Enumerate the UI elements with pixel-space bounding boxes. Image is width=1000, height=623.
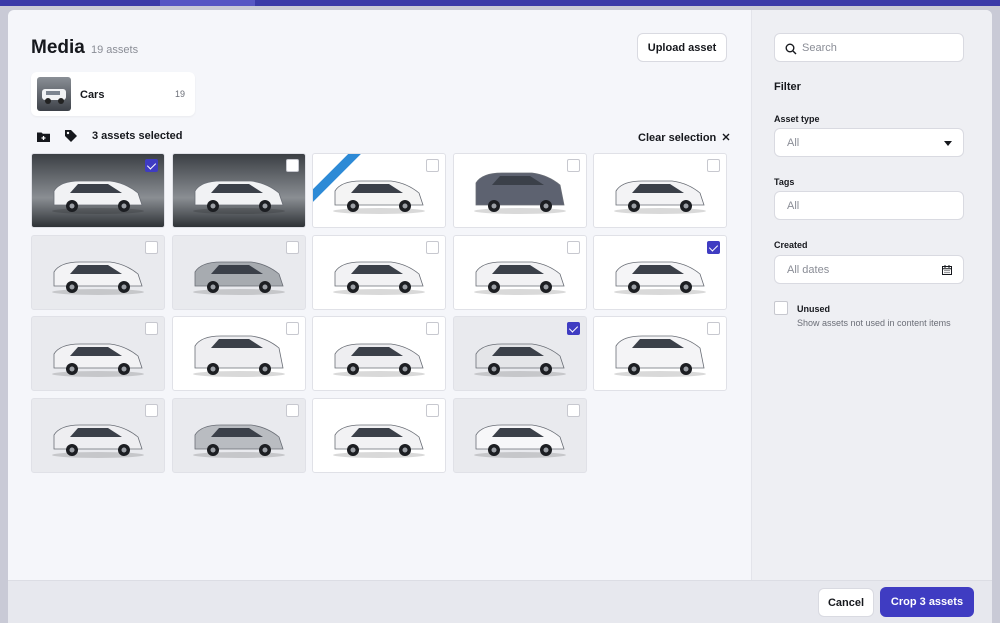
asset-select-checkbox[interactable]	[285, 403, 299, 417]
asset-select-checkbox[interactable]	[145, 322, 158, 335]
asset-tile[interactable]	[452, 316, 587, 391]
asset-type-value: All	[787, 137, 800, 149]
car-thumbnail	[52, 261, 144, 295]
asset-select-checkbox[interactable]	[566, 159, 580, 172]
asset-select-checkbox[interactable]	[285, 240, 299, 254]
asset-select-checkbox[interactable]	[707, 322, 720, 335]
asset-tile[interactable]	[31, 397, 165, 473]
dialog-footer: Cancel Crop 3 assets	[8, 580, 992, 623]
search-box	[774, 33, 964, 62]
asset-select-checkbox[interactable]	[426, 240, 439, 254]
created-label: Created	[774, 240, 808, 250]
filter-heading: Filter	[774, 81, 801, 93]
asset-type-label: Asset type	[774, 114, 820, 124]
unused-checkbox[interactable]	[774, 301, 788, 315]
clear-selection-button[interactable]: Clear selection	[638, 132, 730, 144]
asset-tile[interactable]	[31, 316, 165, 391]
asset-select-checkbox[interactable]	[285, 322, 299, 335]
folder-count: 19	[174, 89, 185, 99]
asset-tile[interactable]	[312, 153, 446, 228]
search-input[interactable]	[802, 40, 952, 56]
asset-tile[interactable]	[31, 234, 165, 310]
car-thumbnail	[473, 172, 566, 214]
unused-label: Unused	[797, 304, 831, 314]
car-thumbnail	[192, 261, 285, 295]
cancel-button[interactable]: Cancel	[818, 588, 874, 617]
asset-tile[interactable]	[593, 153, 727, 228]
asset-select-checkbox[interactable]	[426, 159, 439, 172]
calendar-icon	[942, 265, 952, 278]
car-thumbnail	[52, 424, 144, 458]
tags-value: All	[787, 200, 800, 212]
car-thumbnail	[473, 424, 566, 458]
asset-tile[interactable]	[593, 316, 727, 391]
close-icon	[722, 132, 730, 144]
tags-label: Tags	[774, 177, 795, 187]
created-date-picker[interactable]: All dates	[774, 255, 964, 284]
car-thumbnail	[192, 335, 285, 377]
created-value: All dates	[787, 264, 830, 276]
car-thumbnail	[614, 335, 706, 377]
asset-tile[interactable]	[171, 234, 306, 310]
car-thumbnail	[333, 180, 425, 214]
clear-selection-label: Clear selection	[638, 132, 717, 144]
folder-cars[interactable]: Cars 19	[31, 72, 195, 116]
media-picker-dialog: Media 19 assets Upload asset Cars 19 3 a…	[8, 10, 992, 623]
asset-tile[interactable]	[31, 153, 165, 228]
tags-input[interactable]: All	[774, 191, 964, 220]
asset-select-checkbox[interactable]	[707, 240, 720, 254]
asset-tile[interactable]	[312, 234, 446, 310]
asset-tile[interactable]	[452, 234, 587, 310]
asset-tile[interactable]	[171, 153, 306, 228]
upload-asset-button[interactable]: Upload asset	[637, 33, 727, 62]
asset-type-select[interactable]: All	[774, 128, 964, 157]
top-accent-bar	[0, 0, 1000, 6]
car-thumbnail	[614, 180, 706, 214]
car-thumbnail	[473, 261, 566, 295]
car-thumbnail	[52, 180, 144, 214]
asset-tile[interactable]	[452, 397, 587, 473]
asset-tile[interactable]	[312, 397, 446, 473]
asset-select-checkbox[interactable]	[566, 240, 580, 254]
car-thumbnail	[192, 424, 285, 458]
asset-tile[interactable]	[593, 234, 727, 310]
chevron-down-icon	[944, 141, 952, 146]
asset-select-checkbox[interactable]	[426, 322, 439, 335]
selection-count: 3 assets selected	[92, 130, 183, 142]
asset-tile[interactable]	[312, 316, 446, 391]
car-thumbnail	[333, 261, 425, 295]
unused-help-text: Show assets not used in content items	[797, 318, 951, 328]
asset-select-checkbox[interactable]	[707, 159, 720, 172]
search-icon	[785, 42, 797, 60]
car-thumbnail	[473, 343, 566, 377]
tag-icon[interactable]	[64, 130, 78, 142]
page-title: Media	[31, 37, 85, 58]
car-thumbnail	[333, 424, 425, 458]
car-thumbnail	[192, 180, 285, 214]
asset-select-checkbox[interactable]	[566, 403, 580, 417]
car-thumbnail	[333, 343, 425, 377]
filter-sidebar: Filter Asset type All Tags All Created A…	[751, 10, 992, 580]
asset-count: 19 assets	[91, 44, 139, 56]
asset-tile[interactable]	[452, 153, 587, 228]
asset-select-checkbox[interactable]	[285, 159, 299, 172]
asset-select-checkbox[interactable]	[145, 159, 158, 172]
asset-select-checkbox[interactable]	[426, 403, 439, 417]
car-thumbnail	[52, 343, 144, 377]
move-to-folder-icon[interactable]	[36, 130, 50, 142]
media-main-panel: Media 19 assets Upload asset Cars 19 3 a…	[8, 10, 751, 580]
folder-thumbnail	[37, 77, 71, 111]
folder-name: Cars	[80, 89, 105, 101]
asset-select-checkbox[interactable]	[145, 403, 158, 417]
asset-select-checkbox[interactable]	[566, 322, 580, 335]
asset-tile[interactable]	[171, 316, 306, 391]
crop-assets-button[interactable]: Crop 3 assets	[880, 587, 974, 617]
asset-select-checkbox[interactable]	[145, 240, 158, 254]
asset-tile[interactable]	[171, 397, 306, 473]
car-thumbnail	[614, 261, 706, 295]
